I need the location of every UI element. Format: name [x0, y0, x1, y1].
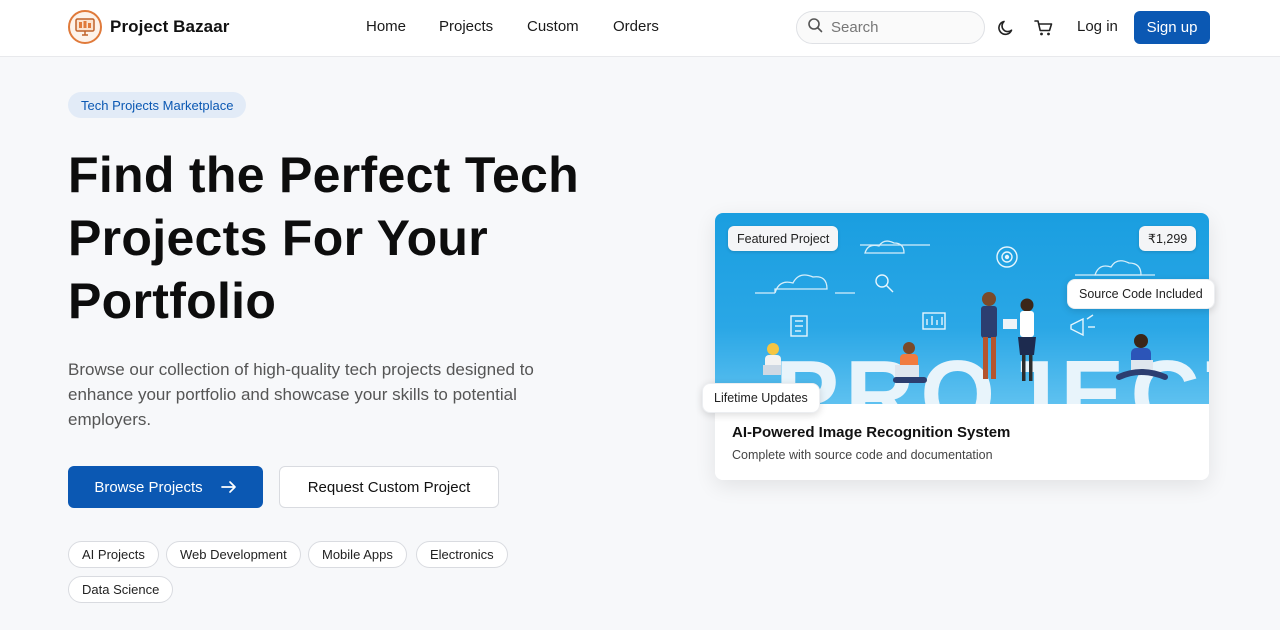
- featured-project-title: AI-Powered Image Recognition System: [732, 424, 1011, 441]
- search-input[interactable]: [831, 19, 971, 36]
- brand-logo-link[interactable]: Project Bazaar: [68, 10, 230, 44]
- browse-projects-label: Browse Projects: [94, 478, 203, 496]
- browse-projects-button[interactable]: Browse Projects: [68, 466, 263, 508]
- nav-home[interactable]: Home: [366, 18, 406, 35]
- request-custom-project-button[interactable]: Request Custom Project: [279, 466, 499, 508]
- hero-title: Find the Perfect Tech Projects For Your …: [68, 147, 580, 329]
- search-box[interactable]: [796, 11, 985, 44]
- moon-icon[interactable]: [995, 17, 1017, 39]
- price-tag: ₹1,299: [1139, 226, 1197, 251]
- signup-button[interactable]: Sign up: [1134, 11, 1210, 44]
- category-chip-mobile[interactable]: Mobile Apps: [308, 541, 407, 568]
- source-code-tag: Source Code Included: [1067, 279, 1215, 309]
- search-icon: [807, 17, 823, 38]
- featured-badge: Featured Project: [728, 226, 839, 251]
- login-link[interactable]: Log in: [1077, 18, 1118, 35]
- category-chip-ai[interactable]: AI Projects: [68, 541, 159, 568]
- monitor-logo-icon: [68, 10, 102, 44]
- featured-project-description: Complete with source code and documentat…: [732, 448, 993, 462]
- brand-name: Project Bazaar: [110, 17, 230, 36]
- lifetime-updates-tag: Lifetime Updates: [702, 383, 820, 413]
- featured-card-body: AI-Powered Image Recognition System Comp…: [715, 404, 1209, 480]
- nav-custom[interactable]: Custom: [527, 18, 579, 35]
- category-chip-web[interactable]: Web Development: [166, 541, 301, 568]
- top-navbar: Project Bazaar Home Projects Custom Orde…: [0, 0, 1280, 57]
- category-chip-electronics[interactable]: Electronics: [416, 541, 508, 568]
- cart-icon[interactable]: [1033, 17, 1055, 39]
- arrow-right-icon: [220, 480, 237, 494]
- hero-badge: Tech Projects Marketplace: [68, 92, 247, 118]
- nav-orders[interactable]: Orders: [613, 18, 659, 35]
- hero-subtitle: Browse our collection of high-quality te…: [68, 360, 534, 429]
- featured-project-card[interactable]: PROJECT: [702, 213, 1215, 480]
- nav-projects[interactable]: Projects: [439, 18, 493, 35]
- category-chip-data-science[interactable]: Data Science: [68, 576, 174, 603]
